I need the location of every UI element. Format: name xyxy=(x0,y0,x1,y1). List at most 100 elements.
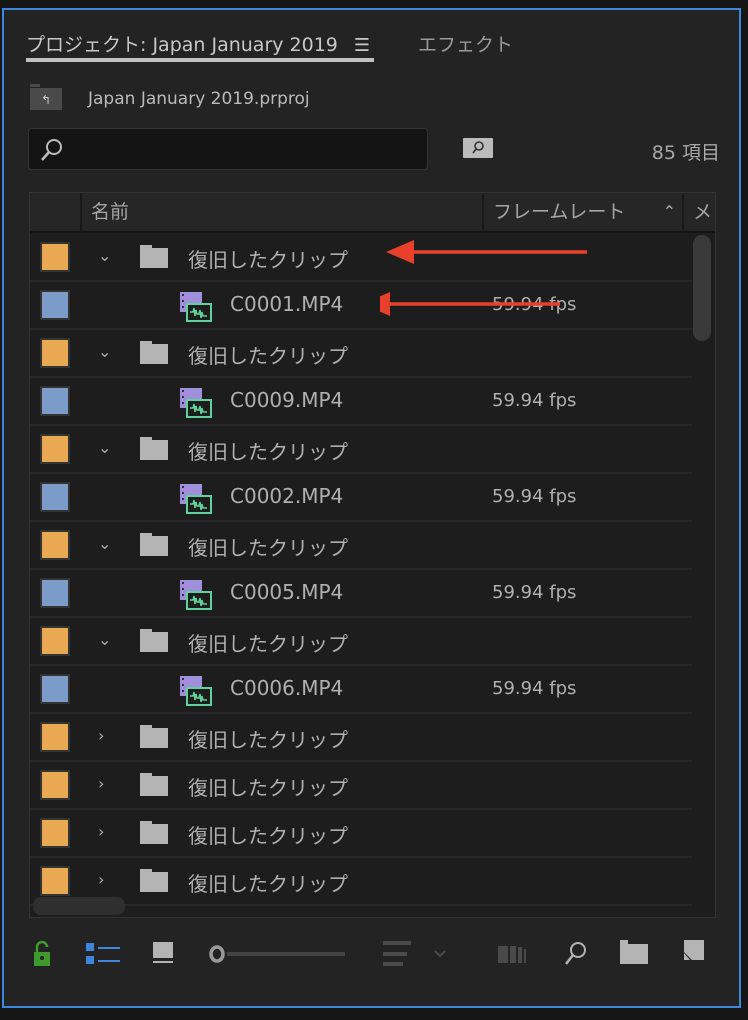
chevron-down-icon[interactable]: ⌄ xyxy=(98,630,111,649)
clip-row[interactable]: C0002.MP4 59.94 fps xyxy=(30,474,692,522)
chevron-right-icon[interactable]: › xyxy=(98,774,104,793)
bin-row[interactable]: ⌄ 復旧したクリップ xyxy=(30,522,692,570)
search-input[interactable] xyxy=(28,128,428,170)
chevron-down-icon[interactable]: ⌄ xyxy=(98,246,111,265)
bin-folder-icon xyxy=(140,341,168,364)
column-frame-rate[interactable]: フレームレート ⌃ xyxy=(482,193,682,231)
tab-label: プロジェクト: Japan January 2019 xyxy=(26,34,338,56)
new-bin-icon[interactable] xyxy=(620,940,650,968)
bin-folder-icon xyxy=(140,533,168,556)
frame-rate-value: 59.94 fps xyxy=(492,390,577,411)
chevron-down-icon[interactable]: ⌄ xyxy=(98,342,111,361)
clip-name: C0005.MP4 xyxy=(230,580,344,604)
arrow-to-clip xyxy=(380,292,560,316)
horizontal-scrollbar[interactable] xyxy=(33,897,125,915)
project-file-name: Japan January 2019.prproj xyxy=(88,89,310,109)
panel-tabs: プロジェクト: Japan January 2019 ☰ エフェクト xyxy=(26,30,513,62)
bin-row[interactable]: › 復旧したクリップ xyxy=(30,858,692,906)
bin-row[interactable]: ⌄ 復旧したクリップ xyxy=(30,426,692,474)
frame-rate-value: 59.94 fps xyxy=(492,582,577,603)
clip-name: C0001.MP4 xyxy=(230,292,344,316)
label-color-swatch[interactable] xyxy=(40,338,70,368)
label-color-swatch[interactable] xyxy=(40,770,70,800)
bin-name: 復旧したクリップ xyxy=(188,632,348,656)
video-audio-clip-icon xyxy=(180,388,212,418)
bin-row[interactable]: ⌄ 復旧したクリップ xyxy=(30,618,692,666)
clip-row[interactable]: C0006.MP4 59.94 fps xyxy=(30,666,692,714)
table-header: 名前 フレームレート ⌃ メ xyxy=(30,193,715,233)
bin-folder-icon xyxy=(140,821,168,844)
bin-folder-icon xyxy=(140,629,168,652)
bin-name: 復旧したクリップ xyxy=(188,344,348,368)
bin-name: 復旧したクリップ xyxy=(188,728,348,752)
clip-name: C0002.MP4 xyxy=(230,484,344,508)
sort-icon[interactable] xyxy=(383,941,455,971)
new-search-bin-icon[interactable] xyxy=(463,138,493,158)
frame-rate-value: 59.94 fps xyxy=(492,678,577,699)
label-color-swatch[interactable] xyxy=(40,290,70,320)
clip-name: C0009.MP4 xyxy=(230,388,344,412)
bin-name: 復旧したクリップ xyxy=(188,440,348,464)
tab-project[interactable]: プロジェクト: Japan January 2019 ☰ xyxy=(26,30,375,62)
bin-folder-icon xyxy=(140,869,168,892)
bin-name: 復旧したクリップ xyxy=(188,536,348,560)
label-color-swatch[interactable] xyxy=(40,242,70,272)
bin-folder-icon xyxy=(140,725,168,748)
chevron-right-icon[interactable]: › xyxy=(98,822,104,841)
new-item-icon[interactable] xyxy=(684,940,708,968)
annotation-arrows xyxy=(380,240,587,316)
project-path: ↰ Japan January 2019.prproj xyxy=(30,84,310,110)
video-audio-clip-icon xyxy=(180,484,212,514)
list-view-icon[interactable] xyxy=(86,943,122,965)
parent-bin-icon[interactable]: ↰ xyxy=(30,84,62,110)
chevron-down-icon[interactable]: ⌄ xyxy=(98,438,111,457)
label-color-swatch[interactable] xyxy=(40,386,70,416)
bin-row[interactable]: ⌄ 復旧したクリップ xyxy=(30,330,692,378)
lock-open-icon[interactable] xyxy=(32,940,54,970)
frame-rate-value: 59.94 fps xyxy=(492,486,577,507)
bin-name: 復旧したクリップ xyxy=(188,824,348,848)
bin-folder-icon xyxy=(140,773,168,796)
bin-row[interactable]: › 復旧したクリップ xyxy=(30,810,692,858)
search-icon xyxy=(41,139,62,161)
clip-row[interactable]: C0009.MP4 59.94 fps xyxy=(30,378,692,426)
column-name[interactable]: 名前 xyxy=(80,193,482,231)
label-color-swatch[interactable] xyxy=(40,674,70,704)
video-audio-clip-icon xyxy=(180,292,212,322)
sort-ascending-icon: ⌃ xyxy=(662,202,676,221)
label-color-swatch[interactable] xyxy=(40,626,70,656)
clip-row[interactable]: C0005.MP4 59.94 fps xyxy=(30,570,692,618)
tab-effects[interactable]: エフェクト xyxy=(418,30,513,62)
find-icon[interactable] xyxy=(563,940,589,968)
label-color-swatch[interactable] xyxy=(40,578,70,608)
label-color-swatch[interactable] xyxy=(40,866,70,896)
video-audio-clip-icon xyxy=(180,676,212,706)
automate-to-sequence-icon[interactable] xyxy=(498,943,532,967)
label-color-swatch[interactable] xyxy=(40,434,70,464)
chevron-down-icon xyxy=(434,950,446,958)
clip-name: C0006.MP4 xyxy=(230,676,344,700)
icon-view-icon[interactable] xyxy=(153,942,175,968)
chevron-right-icon[interactable]: › xyxy=(98,870,104,889)
bin-folder-icon xyxy=(140,437,168,460)
label-color-swatch[interactable] xyxy=(40,482,70,512)
video-audio-clip-icon xyxy=(180,580,212,610)
zoom-slider[interactable] xyxy=(205,942,350,968)
column-frame-rate-label: フレームレート xyxy=(493,201,626,223)
item-count: 85 項目 xyxy=(651,142,720,164)
vertical-scrollbar[interactable] xyxy=(693,235,711,341)
label-color-swatch[interactable] xyxy=(40,530,70,560)
bin-folder-icon xyxy=(140,245,168,268)
panel-footer-toolbar xyxy=(0,940,748,1000)
label-color-swatch[interactable] xyxy=(40,722,70,752)
bin-row[interactable]: › 復旧したクリップ xyxy=(30,762,692,810)
chevron-down-icon[interactable]: ⌄ xyxy=(98,534,111,553)
chevron-right-icon[interactable]: › xyxy=(98,726,104,745)
arrow-to-bin xyxy=(386,240,587,264)
panel-menu-icon[interactable]: ☰ xyxy=(354,35,370,56)
bin-row[interactable]: › 復旧したクリップ xyxy=(30,714,692,762)
bin-name: 復旧したクリップ xyxy=(188,248,348,272)
bin-name: 復旧したクリップ xyxy=(188,872,348,896)
column-more[interactable]: メ xyxy=(682,193,715,231)
label-color-swatch[interactable] xyxy=(40,818,70,848)
